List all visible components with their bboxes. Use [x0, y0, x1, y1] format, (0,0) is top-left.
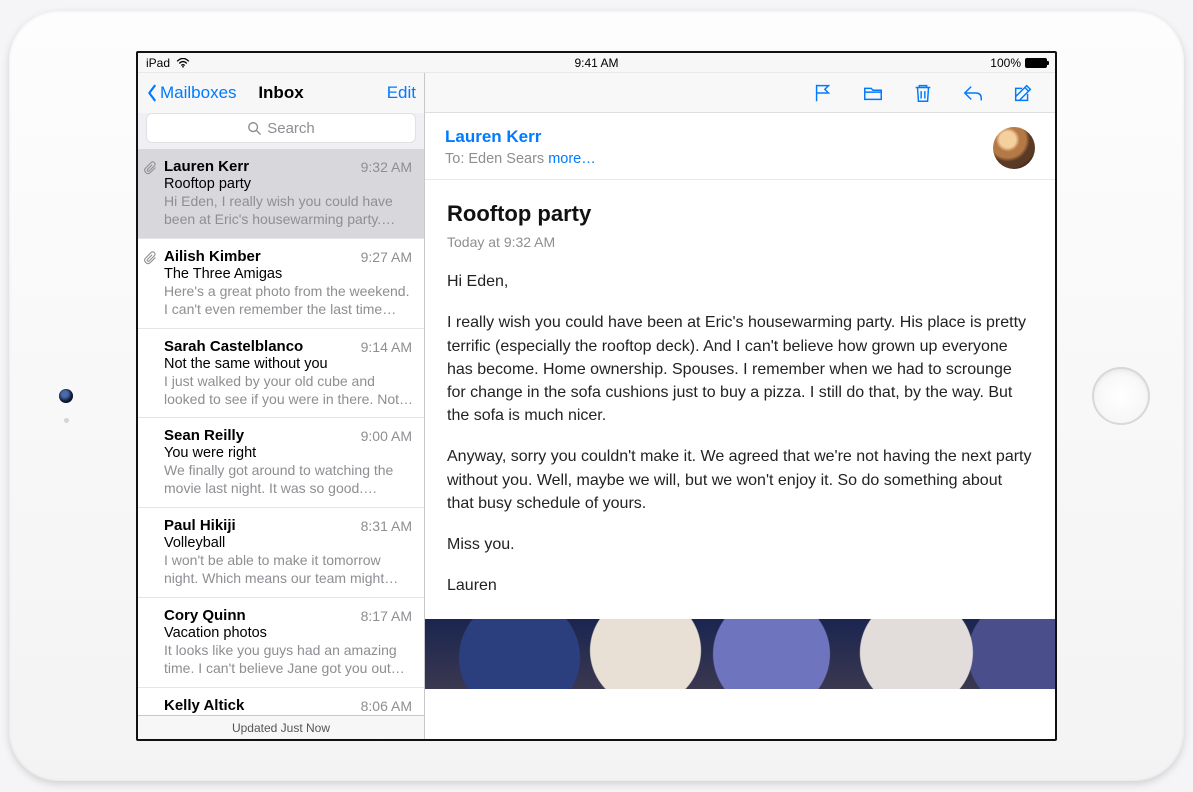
row-subject: Volleyball — [164, 535, 414, 551]
attachment-image[interactable] — [425, 619, 1055, 689]
row-subject: Not the same without you — [164, 356, 414, 372]
message-row[interactable]: Kelly Altick8:06 AMLost and found — [138, 688, 424, 715]
chevron-left-icon — [146, 84, 158, 102]
update-status: Updated Just Now — [232, 721, 330, 735]
row-time: 9:00 AM — [361, 428, 412, 444]
row-preview: Here's a great photo from the weekend. I… — [164, 283, 414, 319]
message-row[interactable]: Sean Reilly9:00 AMYou were rightWe final… — [138, 418, 424, 508]
back-button[interactable]: Mailboxes — [146, 83, 237, 103]
to-label: To: — [445, 151, 464, 167]
message-toolbar — [425, 73, 1055, 113]
attachment-icon — [144, 251, 157, 268]
message-row[interactable]: Paul Hikiji8:31 AMVolleyballI won't be a… — [138, 508, 424, 598]
battery-percent: 100% — [990, 56, 1021, 70]
ipad-frame: iPad 9:41 AM 100% Mailbo — [9, 11, 1184, 781]
compose-button[interactable] — [1011, 81, 1035, 105]
to-value: Eden Sears — [468, 151, 544, 167]
row-time: 8:17 AM — [361, 608, 412, 624]
row-preview: It looks like you guys had an amazing ti… — [164, 642, 414, 678]
row-time: 9:27 AM — [361, 249, 412, 265]
trash-icon — [912, 82, 934, 104]
message-row[interactable]: Ailish Kimber9:27 AMThe Three AmigasHere… — [138, 239, 424, 329]
back-label: Mailboxes — [160, 83, 237, 103]
message-body[interactable]: Rooftop party Today at 9:32 AM Hi Eden, … — [425, 180, 1055, 739]
message-header: Lauren Kerr To: Eden Sears more… — [425, 113, 1055, 180]
message-row[interactable]: Cory Quinn8:17 AMVacation photosIt looks… — [138, 598, 424, 688]
flag-button[interactable] — [811, 81, 835, 105]
avatar[interactable] — [993, 127, 1035, 169]
reply-button[interactable] — [961, 81, 985, 105]
search-input[interactable]: Search — [146, 113, 416, 143]
folder-icon — [862, 82, 884, 104]
wifi-icon — [176, 58, 190, 68]
edit-button[interactable]: Edit — [387, 83, 416, 103]
move-button[interactable] — [861, 81, 885, 105]
message-row[interactable]: Sarah Castelblanco9:14 AMNot the same wi… — [138, 329, 424, 419]
message-row[interactable]: Lauren Kerr9:32 AMRooftop partyHi Eden, … — [138, 149, 424, 239]
search-icon — [247, 121, 261, 135]
attachment-icon — [144, 161, 157, 178]
row-preview: Hi Eden, I really wish you could have be… — [164, 193, 414, 229]
row-subject: You were right — [164, 445, 414, 461]
message-date: Today at 9:32 AM — [447, 232, 1033, 252]
recipients-more[interactable]: more… — [548, 151, 596, 167]
message-text: Hi Eden, I really wish you could have be… — [447, 252, 1033, 597]
nav-title: Inbox — [258, 83, 303, 103]
row-subject: The Three Amigas — [164, 266, 414, 282]
row-time: 8:31 AM — [361, 518, 412, 534]
front-camera — [59, 389, 73, 403]
nav-bar: Mailboxes Inbox Edit — [138, 73, 424, 113]
home-button[interactable] — [1092, 367, 1150, 425]
message-list[interactable]: Lauren Kerr9:32 AMRooftop partyHi Eden, … — [138, 149, 424, 715]
flag-icon — [812, 82, 834, 104]
row-subject: Vacation photos — [164, 625, 414, 641]
row-subject: Rooftop party — [164, 176, 414, 192]
compose-icon — [1012, 82, 1034, 104]
battery-icon — [1025, 58, 1047, 68]
search-placeholder: Search — [267, 120, 315, 137]
status-bar: iPad 9:41 AM 100% — [138, 53, 1055, 73]
from-name[interactable]: Lauren Kerr — [445, 127, 1035, 147]
delete-button[interactable] — [911, 81, 935, 105]
row-time: 8:06 AM — [361, 698, 412, 714]
list-footer: Updated Just Now — [138, 715, 424, 739]
message-detail-pane: Lauren Kerr To: Eden Sears more… Rooftop… — [425, 73, 1055, 739]
row-preview: I won't be able to make it tomorrow nigh… — [164, 552, 414, 588]
row-preview: I just walked by your old cube and looke… — [164, 373, 414, 409]
carrier-label: iPad — [146, 56, 170, 70]
clock: 9:41 AM — [574, 56, 618, 70]
screen: iPad 9:41 AM 100% Mailbo — [136, 51, 1057, 741]
message-subject: Rooftop party — [447, 198, 1033, 230]
row-time: 9:32 AM — [361, 159, 412, 175]
reply-icon — [962, 82, 984, 104]
row-time: 9:14 AM — [361, 339, 412, 355]
row-preview: We finally got around to watching the mo… — [164, 462, 414, 498]
sensor-dot — [64, 418, 69, 423]
message-list-pane: Mailboxes Inbox Edit Search Lauren Kerr9… — [138, 73, 425, 739]
